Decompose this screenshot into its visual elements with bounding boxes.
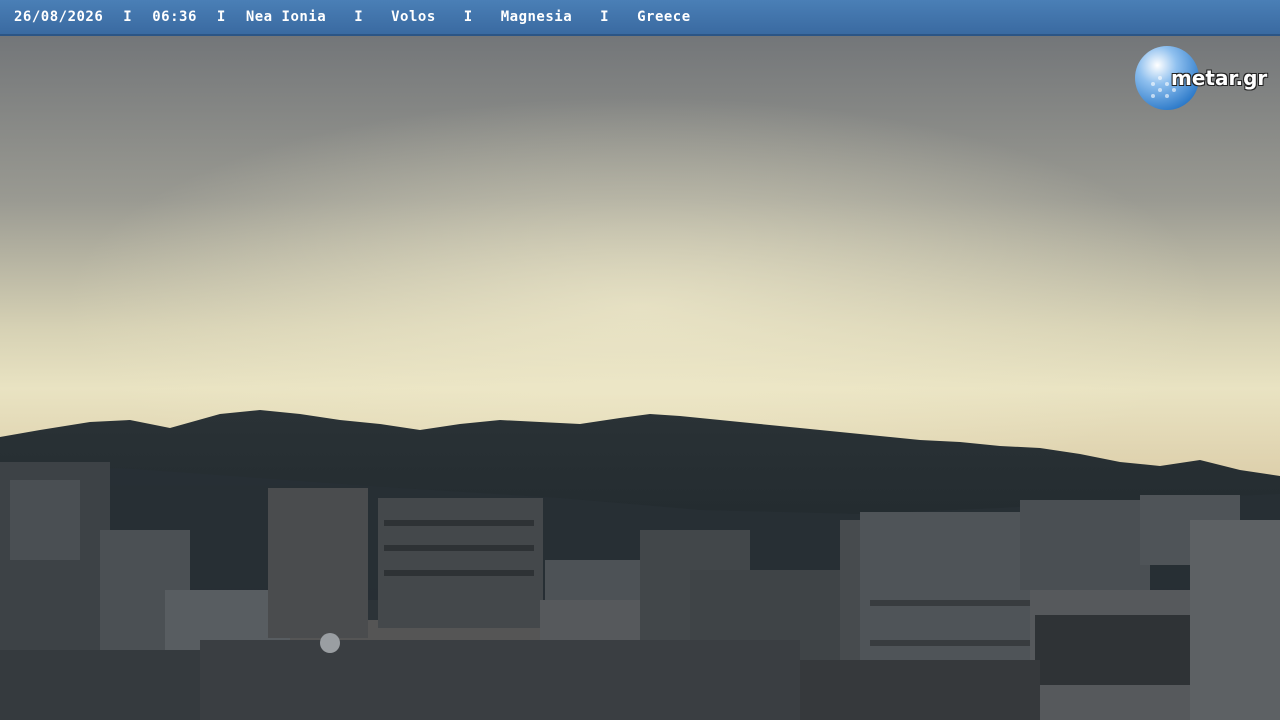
city-text: Volos xyxy=(391,9,436,25)
place-text: Nea Ionia xyxy=(245,9,327,25)
separator: I xyxy=(600,9,610,25)
logo-text: metar.gr xyxy=(1171,66,1268,90)
time-text: 06:36 xyxy=(152,9,197,25)
separator: I xyxy=(354,9,364,25)
info-bar: 26/08/2026 I 06:36 I Nea Ionia I Volos I… xyxy=(0,0,1280,36)
country-text: Greece xyxy=(637,9,691,25)
separator: I xyxy=(216,9,226,25)
metar-logo[interactable]: metar.gr xyxy=(1133,44,1275,114)
separator: I xyxy=(123,9,133,25)
date-text: 26/08/2026 xyxy=(14,9,104,25)
separator: I xyxy=(463,9,473,25)
region-text: Magnesia xyxy=(500,9,573,25)
webcam-scene xyxy=(0,36,1280,720)
